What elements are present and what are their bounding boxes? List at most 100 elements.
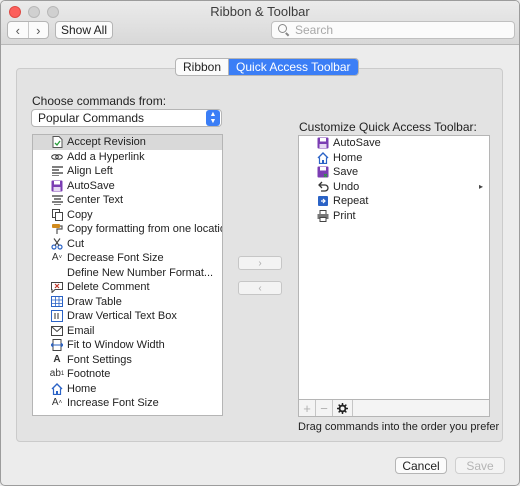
list-item[interactable]: Home (33, 382, 222, 397)
list-item-label: Align Left (67, 165, 113, 178)
list-item-label: Footnote (67, 368, 111, 381)
commands-source-value: Popular Commands (38, 111, 145, 125)
repeat-icon (317, 195, 329, 207)
list-item[interactable]: Accept Revision (33, 135, 222, 150)
list-item[interactable]: Copy (33, 208, 222, 223)
list-item[interactable]: ab 1 Footnote (33, 367, 222, 382)
list-item-label: Save (333, 166, 359, 179)
list-item-label: Cut (67, 237, 85, 250)
list-item[interactable]: Save (299, 165, 489, 180)
list-item-label: AutoSave (67, 179, 115, 192)
remove-item-button[interactable]: − (316, 400, 333, 416)
chevron-updown-icon: ▲ ▼ (206, 110, 220, 126)
add-item-button[interactable]: + (299, 400, 316, 416)
toolbar-commands-list[interactable]: AutoSave Home Save Undo ▸ Repeat Print (298, 135, 490, 400)
back-button[interactable]: ‹ (8, 22, 28, 38)
list-item[interactable]: Draw Vertical Text Box (33, 309, 222, 324)
list-item[interactable]: AutoSave (33, 179, 222, 194)
list-item[interactable]: Repeat (299, 194, 489, 209)
list-item-label: Undo (333, 180, 360, 193)
drag-hint-text: Drag commands into the order you prefer (298, 421, 500, 433)
list-item[interactable]: Print (299, 209, 489, 224)
delete-comment-icon (51, 281, 63, 293)
navigation-buttons: ‹ › (7, 21, 49, 39)
submenu-arrow-icon[interactable]: ▸ (479, 182, 483, 191)
remove-command-button[interactable]: ‹ (238, 281, 282, 295)
hyperlink-icon (51, 151, 63, 163)
draw-table-icon (51, 296, 63, 308)
accept-revision-icon (51, 136, 63, 149)
vertical-textbox-icon (51, 310, 63, 323)
choose-commands-label: Choose commands from: (32, 94, 167, 108)
window-title: Ribbon & Toolbar (210, 4, 310, 19)
gear-icon[interactable] (333, 400, 353, 416)
tab-ribbon[interactable]: Ribbon (176, 59, 228, 75)
increase-font-icon: A ˄ (51, 397, 63, 409)
list-item-label: Delete Comment (67, 281, 150, 294)
tab-bar: Ribbon Quick Access Toolbar (175, 58, 359, 76)
list-item[interactable]: Copy formatting from one location... (33, 222, 222, 237)
commands-source-select[interactable]: Popular Commands ▲ ▼ (31, 109, 222, 127)
list-item[interactable]: Email (33, 324, 222, 339)
show-all-button[interactable]: Show All (55, 21, 113, 39)
list-item-label: Draw Vertical Text Box (67, 310, 177, 323)
list-item-label: Repeat (333, 195, 369, 208)
list-item[interactable]: Align Left (33, 164, 222, 179)
list-item-label: Center Text (67, 194, 124, 207)
save-button[interactable]: Save (455, 457, 505, 474)
list-item-label: Home (333, 151, 363, 164)
tab-quick-access-toolbar[interactable]: Quick Access Toolbar (228, 59, 358, 75)
list-item-label: Define New Number Format... (67, 266, 214, 279)
list-item-label: Add a Hyperlink (67, 150, 145, 163)
list-item[interactable]: A ˄ Increase Font Size (33, 396, 222, 411)
add-command-button[interactable]: › (238, 256, 282, 270)
copy-icon (51, 208, 63, 221)
autosave-icon (317, 137, 329, 149)
list-item-label: Increase Font Size (67, 397, 159, 410)
toolbar-list-controls: + − (298, 400, 490, 417)
list-item[interactable]: A Font Settings (33, 353, 222, 368)
center-text-icon (51, 194, 63, 206)
search-input[interactable] (295, 23, 495, 37)
list-item[interactable]: Fit to Window Width (33, 338, 222, 353)
footnote-icon: ab 1 (49, 368, 65, 380)
list-item[interactable]: AutoSave (299, 136, 489, 151)
cut-icon (51, 237, 63, 250)
list-item[interactable]: Define New Number Format... (33, 266, 222, 281)
undo-icon (317, 181, 329, 193)
email-icon (51, 325, 63, 337)
list-item[interactable]: Center Text (33, 193, 222, 208)
list-item[interactable]: A ˅ Decrease Font Size (33, 251, 222, 266)
titlebar: Ribbon & Toolbar ‹ › Show All (1, 1, 519, 45)
list-item-label: Draw Table (67, 295, 122, 308)
list-item[interactable]: Add a Hyperlink (33, 150, 222, 165)
home-icon (51, 382, 63, 395)
align-left-icon (51, 165, 63, 177)
list-item-label: Copy formatting from one location... (67, 223, 222, 236)
save-icon (317, 166, 329, 178)
list-item-label: Home (67, 382, 97, 395)
list-item[interactable]: Cut (33, 237, 222, 252)
list-item[interactable]: Delete Comment (33, 280, 222, 295)
font-settings-icon: A (53, 353, 61, 365)
list-item-label: AutoSave (333, 137, 381, 150)
list-item-label: Print (333, 209, 356, 222)
decrease-font-icon: A ˅ (51, 252, 63, 264)
fit-width-icon (51, 339, 63, 352)
autosave-icon (51, 180, 63, 192)
search-field[interactable] (271, 21, 515, 39)
list-item-label: Email (67, 324, 95, 337)
customize-toolbar-label: Customize Quick Access Toolbar: (299, 120, 477, 134)
home-icon (317, 151, 329, 164)
list-item-label: Decrease Font Size (67, 252, 164, 265)
list-item-label: Fit to Window Width (67, 339, 165, 352)
cancel-button[interactable]: Cancel (395, 457, 447, 474)
list-item-label: Accept Revision (67, 136, 146, 149)
available-commands-list[interactable]: Accept Revision Add a Hyperlink Align Le… (32, 134, 223, 416)
list-item[interactable]: Draw Table (33, 295, 222, 310)
list-item[interactable]: Home (299, 151, 489, 166)
print-icon (317, 209, 329, 222)
list-item[interactable]: Undo ▸ (299, 180, 489, 195)
forward-button[interactable]: › (27, 22, 49, 38)
format-painter-icon (51, 223, 63, 235)
